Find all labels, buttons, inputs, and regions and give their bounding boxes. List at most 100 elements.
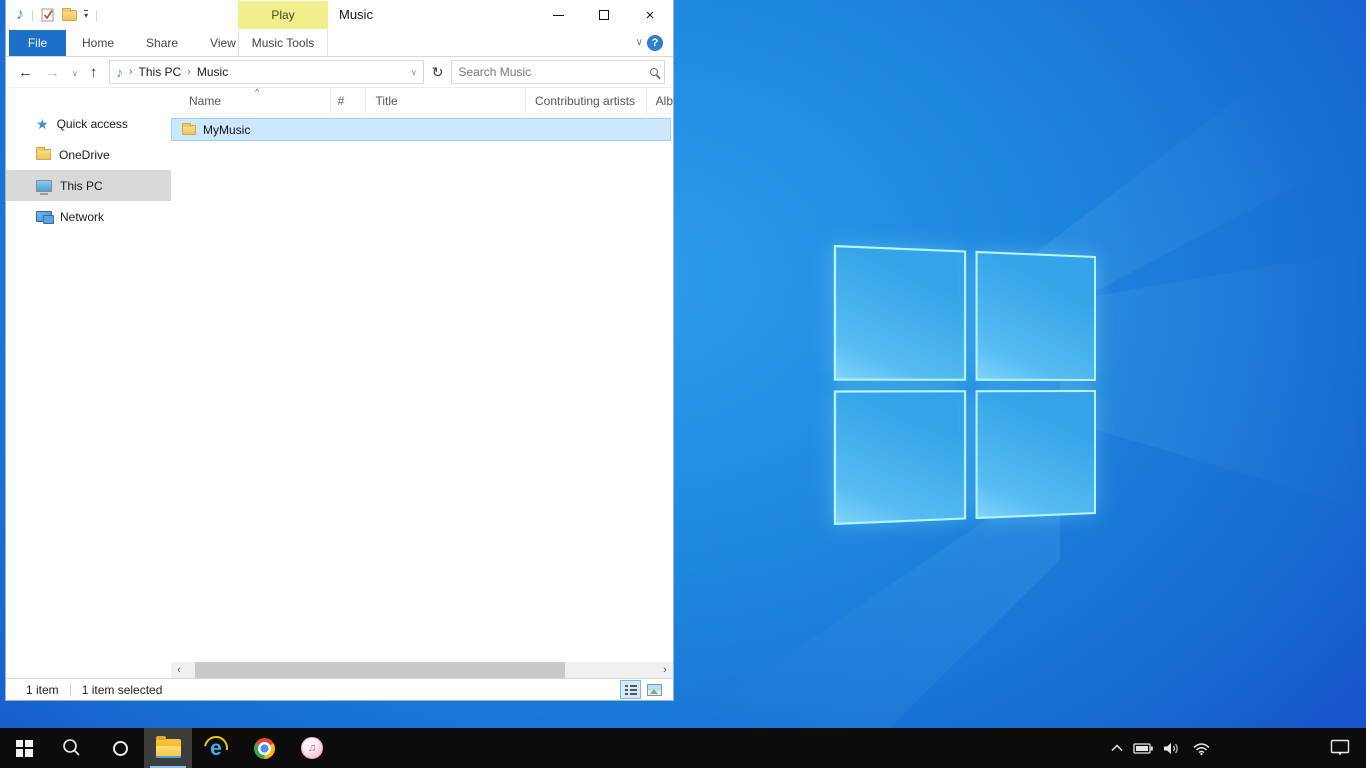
- itunes-icon: ♫: [301, 737, 323, 759]
- tray-expand-chevron-icon[interactable]: [1110, 742, 1124, 754]
- action-center-icon: [1330, 739, 1350, 757]
- internet-explorer-icon: e: [204, 736, 228, 760]
- scrollbar-thumb[interactable]: [195, 662, 565, 678]
- column-header-name[interactable]: Name: [171, 88, 331, 113]
- status-divider: [70, 683, 71, 696]
- file-rows: MyMusic: [171, 114, 673, 678]
- column-header-contributing-artists[interactable]: Contributing artists: [526, 88, 647, 113]
- tab-share[interactable]: Share: [130, 30, 194, 56]
- status-bar: 1 item 1 item selected: [6, 678, 673, 700]
- item-count: 1 item: [26, 683, 59, 697]
- system-tray: [1110, 728, 1211, 768]
- taskbar-file-explorer-button[interactable]: [144, 728, 192, 768]
- windows-logo-pane: [975, 251, 1096, 381]
- selected-count: 1 item selected: [82, 683, 163, 697]
- chrome-button[interactable]: [240, 728, 288, 768]
- sidebar-label: Network: [60, 210, 104, 224]
- windows-logo-pane: [834, 245, 966, 380]
- search-box[interactable]: [451, 60, 665, 84]
- properties-check-icon[interactable]: [41, 8, 55, 22]
- maximize-button[interactable]: [581, 0, 627, 30]
- column-header-album[interactable]: Alb: [647, 88, 673, 113]
- breadcrumb-music[interactable]: Music: [197, 65, 228, 79]
- search-icon[interactable]: [650, 68, 658, 76]
- scrollbar-track[interactable]: [187, 662, 657, 678]
- folder-icon: [182, 125, 196, 135]
- network-icon: [36, 211, 52, 222]
- start-button[interactable]: [0, 728, 48, 768]
- caption-buttons: ×: [535, 0, 673, 30]
- file-row-mymusic[interactable]: MyMusic: [171, 118, 671, 141]
- sidebar-item-onedrive[interactable]: OneDrive: [6, 139, 171, 170]
- scroll-left-icon[interactable]: ‹: [171, 662, 187, 678]
- details-view-button[interactable]: [620, 680, 641, 699]
- wallpaper-light-ray: [1060, 250, 1366, 510]
- tab-file[interactable]: File: [9, 30, 66, 56]
- expand-ribbon-chevron-icon[interactable]: ∨: [636, 37, 643, 48]
- cortana-circle-icon: [113, 741, 128, 756]
- customize-qat-dropdown-icon[interactable]: ▾: [84, 10, 88, 20]
- address-bar[interactable]: ♪ › This PC › Music ∨: [109, 60, 423, 84]
- horizontal-scrollbar[interactable]: ‹ ›: [171, 662, 673, 678]
- sidebar-label: This PC: [60, 179, 103, 193]
- new-folder-icon[interactable]: [62, 10, 77, 21]
- help-button[interactable]: ?: [647, 35, 663, 51]
- sidebar-item-network[interactable]: Network: [6, 201, 171, 232]
- battery-icon[interactable]: [1133, 741, 1154, 756]
- this-pc-monitor-icon: [36, 180, 52, 192]
- sidebar-item-this-pc[interactable]: This PC: [6, 170, 171, 201]
- forward-button[interactable]: →: [45, 65, 60, 80]
- taskbar-search-button[interactable]: [48, 728, 96, 768]
- navigation-pane: ★ Quick access OneDrive This PC Network: [6, 88, 171, 678]
- title-bar[interactable]: ♪ | ▾ | Play Music ×: [6, 0, 673, 30]
- cortana-button[interactable]: [96, 728, 144, 768]
- minimize-button[interactable]: [535, 0, 581, 30]
- up-button[interactable]: ↑: [90, 65, 98, 80]
- itunes-button[interactable]: ♫: [288, 728, 336, 768]
- windows-start-icon: [16, 740, 33, 757]
- recent-locations-chevron-icon[interactable]: ∨: [72, 69, 78, 78]
- address-dropdown-chevron-icon[interactable]: ∨: [411, 68, 417, 77]
- quick-access-toolbar: ♪ | ▾ |: [16, 0, 98, 30]
- tab-home[interactable]: Home: [66, 30, 130, 56]
- wifi-icon[interactable]: [1192, 741, 1211, 756]
- column-header-title[interactable]: Title: [366, 88, 526, 113]
- close-button[interactable]: ×: [627, 0, 673, 30]
- breadcrumb-this-pc[interactable]: This PC: [139, 65, 182, 79]
- back-button[interactable]: ←: [18, 65, 33, 80]
- file-explorer-icon: [156, 739, 181, 758]
- file-name: MyMusic: [203, 123, 250, 137]
- window-title: Music: [339, 0, 373, 30]
- view-buttons: [620, 680, 665, 699]
- scroll-right-icon[interactable]: ›: [657, 662, 673, 678]
- column-header-number[interactable]: #: [331, 88, 367, 113]
- file-list-pane: ^ Name # Title Contributing artists Alb …: [171, 88, 673, 678]
- search-icon: [61, 737, 83, 759]
- tab-music-tools[interactable]: Music Tools: [238, 30, 328, 56]
- breadcrumb-separator: ›: [129, 66, 133, 78]
- sidebar-item-quick-access[interactable]: ★ Quick access: [6, 108, 171, 139]
- windows-logo: [834, 245, 1096, 525]
- volume-icon[interactable]: [1163, 741, 1183, 756]
- windows-logo-pane: [975, 390, 1096, 520]
- internet-explorer-button[interactable]: e: [192, 728, 240, 768]
- refresh-button[interactable]: ↻: [432, 64, 444, 81]
- sidebar-label: Quick access: [57, 117, 128, 131]
- thumbnail-view-button[interactable]: [644, 680, 665, 699]
- chrome-icon: [254, 738, 275, 759]
- minimize-icon: [553, 15, 564, 16]
- search-input[interactable]: [458, 65, 650, 79]
- windows-logo-pane: [834, 390, 966, 525]
- explorer-main: ★ Quick access OneDrive This PC Network …: [6, 88, 673, 678]
- action-center-button[interactable]: [1330, 728, 1350, 768]
- divider: |: [31, 8, 34, 22]
- breadcrumb-separator: ›: [187, 66, 191, 78]
- maximize-icon: [599, 10, 609, 20]
- details-view-icon: [625, 684, 637, 695]
- location-music-icon: ♪: [116, 66, 123, 79]
- column-headers: ^ Name # Title Contributing artists Alb: [171, 88, 673, 114]
- contextual-tab-play[interactable]: Play: [238, 1, 328, 29]
- close-icon: ×: [646, 8, 655, 23]
- ribbon-tabs: File Home Share View Music Tools ∨ ?: [6, 30, 673, 57]
- thumbnail-view-icon: [647, 684, 662, 696]
